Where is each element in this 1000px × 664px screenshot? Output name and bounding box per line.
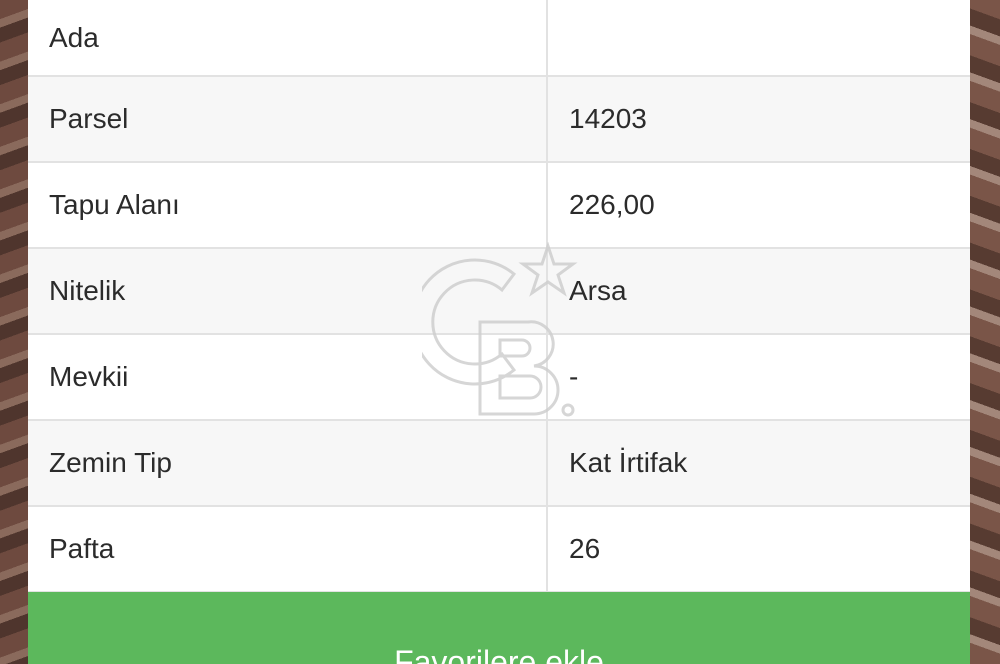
table-row: Ada (28, 0, 970, 77)
row-label-pafta: Pafta (28, 506, 548, 593)
row-label-tapu-alani: Tapu Alanı (28, 162, 548, 249)
row-value-ada (547, 0, 970, 77)
table-row: Mevkii - (28, 334, 970, 421)
table-row: Zemin Tip Kat İrtifak (28, 420, 970, 507)
table-row: Pafta 26 (28, 506, 970, 593)
background-right (970, 0, 1000, 664)
table-row: Nitelik Arsa (28, 248, 970, 335)
table-row: Tapu Alanı 226,00 (28, 162, 970, 249)
row-value-nitelik: Arsa (547, 248, 970, 335)
property-details-panel: Ada Parsel 14203 Tapu Alanı 226,00 Nitel… (28, 0, 970, 664)
row-value-parsel: 14203 (547, 76, 970, 163)
row-label-nitelik: Nitelik (28, 248, 548, 335)
row-value-tapu-alani: 226,00 (547, 162, 970, 249)
row-value-pafta: 26 (547, 506, 970, 593)
add-to-favorites-button[interactable]: Favorilere ekle (28, 592, 970, 664)
row-label-zemin-tip: Zemin Tip (28, 420, 548, 507)
property-details-table: Ada Parsel 14203 Tapu Alanı 226,00 Nitel… (28, 0, 970, 593)
row-label-parsel: Parsel (28, 76, 548, 163)
table-row: Parsel 14203 (28, 76, 970, 163)
background-left (0, 0, 28, 664)
row-value-zemin-tip: Kat İrtifak (547, 420, 970, 507)
row-label-ada: Ada (28, 0, 548, 77)
row-value-mevkii: - (547, 334, 970, 421)
row-label-mevkii: Mevkii (28, 334, 548, 421)
